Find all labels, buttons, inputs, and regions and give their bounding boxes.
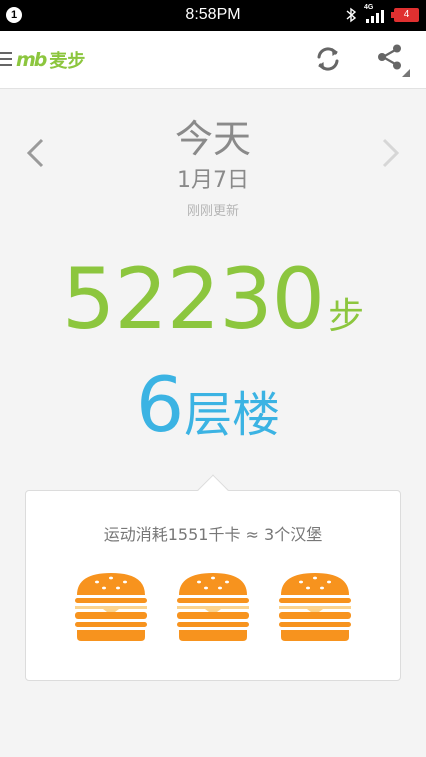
calories-text: 运动消耗1551千卡 ≈ 3个汉堡 bbox=[103, 525, 323, 544]
bluetooth-icon bbox=[346, 7, 357, 23]
logo-text: 麦步 bbox=[49, 51, 86, 72]
menu-icon[interactable] bbox=[0, 52, 12, 66]
overflow-indicator-icon bbox=[402, 69, 410, 77]
day-date: 1月7日 bbox=[177, 168, 249, 193]
battery-indicator: 4 bbox=[391, 8, 419, 22]
floors-count: 6 bbox=[135, 360, 185, 449]
refresh-icon[interactable] bbox=[312, 43, 344, 75]
steps-count: 52230 bbox=[61, 250, 325, 348]
share-icon bbox=[378, 44, 401, 70]
signal-icon bbox=[366, 10, 384, 23]
calories-card: 运动消耗1551千卡 ≈ 3个汉堡 bbox=[25, 474, 401, 681]
burger-row bbox=[26, 569, 400, 649]
logo-mark: mb bbox=[16, 49, 47, 71]
app-bar: mb 麦步 bbox=[0, 31, 426, 89]
floors-unit: 层楼 bbox=[184, 387, 281, 443]
burger-icon bbox=[177, 573, 249, 641]
steps-display: 52230 步 bbox=[0, 250, 426, 348]
burger-icon bbox=[279, 573, 351, 641]
card-pointer bbox=[197, 474, 229, 506]
status-bar: 1 8:58PM 4G 4 bbox=[0, 0, 426, 31]
day-title: 今天 bbox=[174, 117, 251, 161]
share-button[interactable] bbox=[376, 43, 410, 77]
floors-display: 6层楼 bbox=[0, 360, 426, 449]
burger-icon bbox=[75, 573, 147, 641]
status-time: 8:58PM bbox=[185, 6, 241, 23]
update-status: 刚刚更新 bbox=[186, 204, 239, 219]
main-content: 今天 1月7日 刚刚更新 52230 步 6层楼 运动消耗1551千卡 ≈ 3个汉… bbox=[0, 90, 426, 757]
steps-unit: 步 bbox=[328, 296, 365, 337]
app-logo: mb 麦步 bbox=[16, 45, 85, 75]
